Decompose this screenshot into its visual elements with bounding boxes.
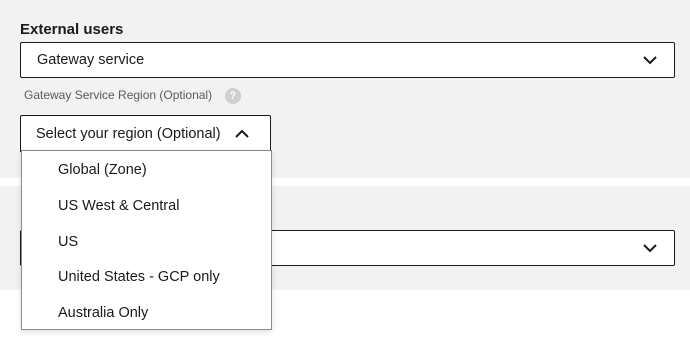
gateway-service-value: Gateway service: [37, 52, 145, 68]
region-option-us[interactable]: US: [22, 224, 271, 260]
chevron-down-icon: [643, 244, 657, 253]
region-option-united-states-gcp[interactable]: United States - GCP only: [22, 259, 271, 295]
region-select-value: Select your region (Optional): [36, 126, 221, 142]
region-option-label: Australia Only: [58, 305, 149, 321]
gateway-service-select[interactable]: Gateway service: [20, 42, 675, 78]
region-option-label: US West & Central: [58, 198, 180, 214]
chevron-down-icon: [643, 56, 657, 65]
chevron-up-icon: [235, 129, 249, 138]
region-option-label: Global (Zone): [58, 162, 147, 178]
region-option-label: United States - GCP only: [58, 269, 220, 285]
region-option-global-zone[interactable]: Global (Zone): [22, 152, 271, 188]
region-dropdown-menu: Global (Zone) US West & Central US Unite…: [21, 150, 272, 330]
region-option-us-west-central[interactable]: US West & Central: [22, 188, 271, 224]
external-users-label: External users: [20, 21, 124, 38]
region-option-australia-only[interactable]: Australia Only: [22, 295, 271, 331]
region-select[interactable]: Select your region (Optional): [20, 115, 271, 152]
gateway-region-label: Gateway Service Region (Optional): [24, 88, 213, 102]
region-option-label: US: [58, 234, 79, 250]
help-icon[interactable]: ?: [225, 88, 241, 104]
